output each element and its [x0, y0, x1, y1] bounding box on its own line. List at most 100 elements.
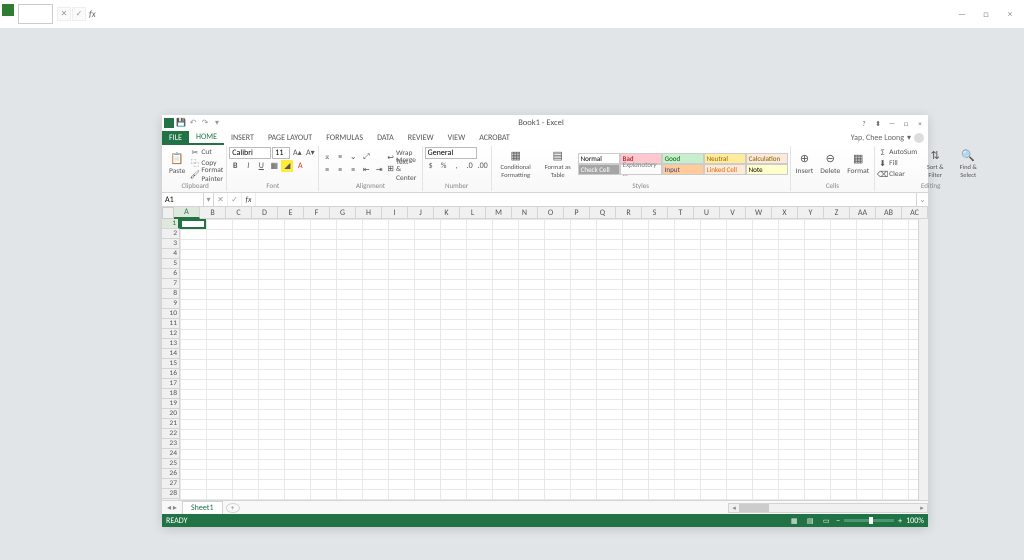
clear-button[interactable]: ⌫Clear — [877, 169, 918, 180]
cell-styles-gallery[interactable]: Normal Bad Good Neutral Calculation Chec… — [578, 153, 788, 175]
row-header-4[interactable]: 4 — [162, 249, 180, 259]
align-bottom-icon[interactable]: ⌄ — [347, 151, 359, 163]
tab-home[interactable]: HOME — [189, 131, 224, 145]
maximize-button[interactable]: □ — [900, 118, 912, 128]
row-header-9[interactable]: 9 — [162, 299, 180, 309]
bold-button[interactable]: B — [229, 160, 241, 172]
indent-dec-icon[interactable]: ⇤ — [360, 164, 372, 176]
style-neutral[interactable]: Neutral — [704, 153, 746, 164]
shrink-font-icon[interactable]: A▾ — [304, 147, 316, 159]
row-header-7[interactable]: 7 — [162, 279, 180, 289]
border-button[interactable]: ▦ — [268, 160, 280, 172]
col-header-C[interactable]: C — [226, 207, 252, 219]
row-header-1[interactable]: 1 — [162, 219, 180, 229]
delete-cells-button[interactable]: ⊖Delete — [817, 151, 843, 177]
col-header-P[interactable]: P — [564, 207, 590, 219]
zoom-out-icon[interactable]: − — [836, 516, 840, 526]
align-top-icon[interactable]: ⌅ — [321, 151, 333, 163]
style-normal[interactable]: Normal — [578, 153, 620, 164]
col-header-S[interactable]: S — [642, 207, 668, 219]
paste-button[interactable]: 📋 Paste — [166, 151, 188, 177]
merge-center-button[interactable]: ⊞Merge & Center — [386, 164, 419, 175]
tab-acrobat[interactable]: ACROBAT — [472, 131, 517, 145]
row-header-21[interactable]: 21 — [162, 419, 180, 429]
underline-button[interactable]: U — [255, 160, 267, 172]
view-page-break-icon[interactable]: ▭ — [820, 516, 832, 525]
grow-font-icon[interactable]: A▴ — [291, 147, 303, 159]
col-header-B[interactable]: B — [200, 207, 226, 219]
row-header-20[interactable]: 20 — [162, 409, 180, 419]
tab-formulas[interactable]: FORMULAS — [319, 131, 370, 145]
col-header-M[interactable]: M — [486, 207, 512, 219]
row-header-16[interactable]: 16 — [162, 369, 180, 379]
col-header-AA[interactable]: AA — [850, 207, 876, 219]
col-header-H[interactable]: H — [356, 207, 382, 219]
row-header-28[interactable]: 28 — [162, 489, 180, 499]
row-header-15[interactable]: 15 — [162, 359, 180, 369]
row-header-3[interactable]: 3 — [162, 239, 180, 249]
col-header-U[interactable]: U — [694, 207, 720, 219]
sheet-nav[interactable]: ◂ ▸ — [162, 503, 182, 513]
tab-review[interactable]: REVIEW — [401, 131, 441, 145]
find-select-button[interactable]: 🔍Find & Select — [952, 147, 984, 180]
col-header-Y[interactable]: Y — [798, 207, 824, 219]
select-all-button[interactable] — [162, 207, 174, 219]
name-box-dropdown-icon[interactable]: ▾ — [204, 193, 214, 206]
row-header-6[interactable]: 6 — [162, 269, 180, 279]
scroll-thumb[interactable] — [739, 504, 769, 512]
view-normal-icon[interactable]: ▦ — [788, 516, 800, 525]
outer-enter-icon[interactable]: ✓ — [72, 7, 86, 21]
autosum-button[interactable]: ΣAutoSum — [877, 147, 918, 158]
add-sheet-button[interactable]: + — [226, 503, 240, 513]
tab-view[interactable]: VIEW — [441, 131, 473, 145]
undo-icon[interactable]: ↶ — [188, 118, 198, 128]
fx-button[interactable]: fx — [242, 193, 256, 206]
col-header-N[interactable]: N — [512, 207, 538, 219]
zoom-slider[interactable] — [844, 519, 894, 522]
col-header-AC[interactable]: AC — [902, 207, 928, 219]
row-header-14[interactable]: 14 — [162, 349, 180, 359]
row-header-2[interactable]: 2 — [162, 229, 180, 239]
view-page-layout-icon[interactable]: ▤ — [804, 516, 816, 525]
outer-fx-label[interactable]: fx — [89, 9, 96, 20]
italic-button[interactable]: I — [242, 160, 254, 172]
col-header-G[interactable]: G — [330, 207, 356, 219]
outer-name-box[interactable] — [18, 4, 53, 24]
row-header-5[interactable]: 5 — [162, 259, 180, 269]
horizontal-scrollbar[interactable]: ◂ ▸ — [728, 503, 928, 513]
name-box[interactable]: A1 — [162, 193, 204, 206]
row-header-13[interactable]: 13 — [162, 339, 180, 349]
row-header-25[interactable]: 25 — [162, 459, 180, 469]
scroll-left-icon[interactable]: ◂ — [729, 504, 739, 512]
col-header-L[interactable]: L — [460, 207, 486, 219]
align-center-icon[interactable]: ≡ — [334, 164, 346, 176]
save-icon[interactable]: 💾 — [176, 118, 186, 128]
row-header-27[interactable]: 27 — [162, 479, 180, 489]
fb-cancel-icon[interactable]: ✕ — [214, 193, 228, 206]
conditional-formatting-button[interactable]: ▦Conditional Formatting — [494, 147, 538, 180]
cut-button[interactable]: ✂Cut — [189, 147, 224, 158]
scroll-right-icon[interactable]: ▸ — [917, 504, 927, 512]
row-header-11[interactable]: 11 — [162, 319, 180, 329]
format-painter-button[interactable]: 🖌Format Painter — [189, 169, 224, 180]
row-header-19[interactable]: 19 — [162, 399, 180, 409]
fill-button[interactable]: ⬇Fill — [877, 158, 918, 169]
align-left-icon[interactable]: ≡ — [321, 164, 333, 176]
sort-filter-button[interactable]: ⇅Sort & Filter — [919, 147, 951, 180]
dec-decimal-icon[interactable]: .00 — [477, 160, 489, 172]
col-header-R[interactable]: R — [616, 207, 642, 219]
row-header-22[interactable]: 22 — [162, 429, 180, 439]
col-header-A[interactable]: A — [174, 207, 200, 219]
row-header-24[interactable]: 24 — [162, 449, 180, 459]
style-explanatory[interactable]: Explanatory ... — [620, 164, 662, 175]
col-header-D[interactable]: D — [252, 207, 278, 219]
currency-icon[interactable]: $ — [425, 160, 437, 172]
tab-insert[interactable]: INSERT — [224, 131, 261, 145]
col-header-J[interactable]: J — [408, 207, 434, 219]
close-button[interactable]: × — [914, 118, 926, 128]
outer-minimize-button[interactable]: — — [952, 7, 972, 21]
fill-color-button[interactable]: ◢ — [281, 160, 293, 172]
col-header-I[interactable]: I — [382, 207, 408, 219]
active-cell[interactable] — [180, 219, 206, 229]
font-color-button[interactable]: A — [294, 160, 306, 172]
